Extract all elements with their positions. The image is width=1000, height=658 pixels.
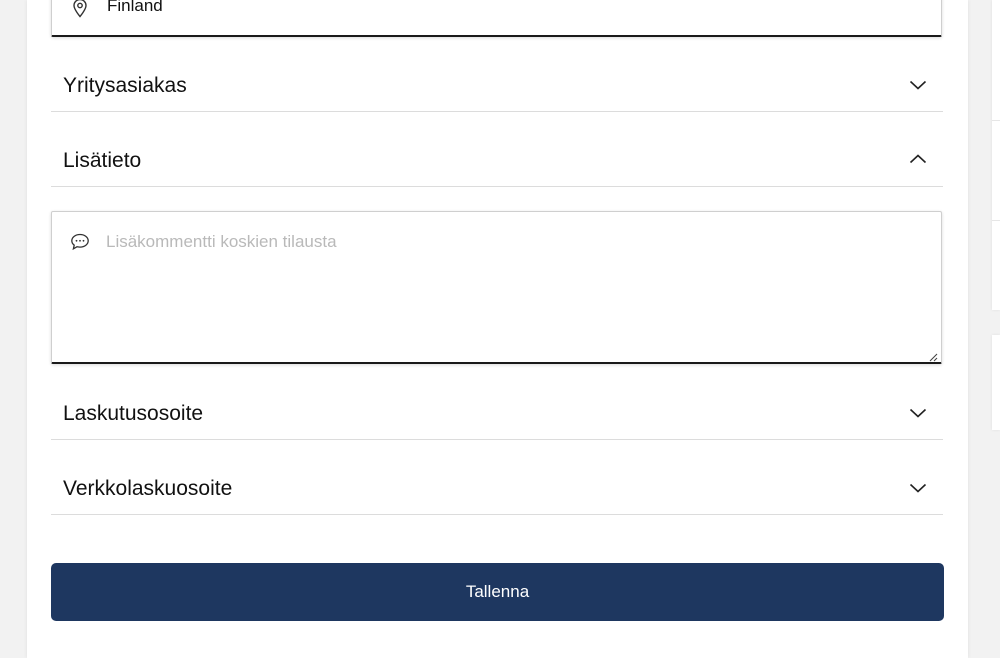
accordion-business-customer[interactable]: Yritysasiakas <box>51 37 943 112</box>
accordion-label: Lisätieto <box>63 149 142 172</box>
chevron-down-icon <box>909 481 927 493</box>
side-panel-divider <box>992 220 1000 221</box>
accordion-additional-info[interactable]: Lisätieto <box>51 112 943 187</box>
side-panel-edge <box>992 335 1000 430</box>
country-field[interactable]: Finland <box>51 0 942 37</box>
chevron-down-icon <box>909 78 927 90</box>
side-panel-divider <box>992 120 1000 121</box>
chevron-down-icon <box>909 406 927 418</box>
accordion-billing-address[interactable]: Laskutusosoite <box>51 365 943 440</box>
accordion-label: Verkkolaskuosoite <box>63 477 233 500</box>
accordion-label: Laskutusosoite <box>63 402 204 425</box>
comment-field[interactable] <box>51 211 942 364</box>
side-panel-edge <box>992 0 1000 310</box>
resize-handle-icon[interactable] <box>928 349 938 362</box>
accordion-label: Yritysasiakas <box>63 74 187 97</box>
speech-bubble-icon <box>70 232 90 252</box>
accordion-e-invoice-address[interactable]: Verkkolaskuosoite <box>51 440 943 515</box>
chevron-up-icon <box>909 152 927 164</box>
location-pin-icon <box>71 0 89 18</box>
comment-textarea[interactable] <box>106 232 926 347</box>
country-value: Finland <box>107 0 163 15</box>
save-button[interactable]: Tallenna <box>51 563 944 621</box>
